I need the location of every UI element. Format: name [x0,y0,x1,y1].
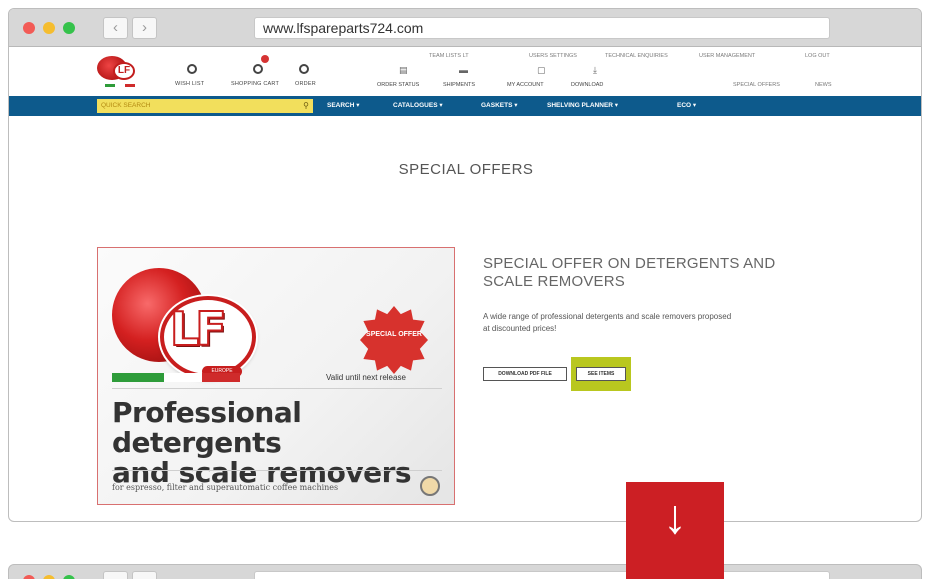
shopping-cart-link[interactable]: SHOPPING CART [231,81,279,87]
coffee-cup-icon [420,476,440,496]
top-link-user-management[interactable]: USER MANAGEMENT [699,53,755,59]
main-nav-bar: QUICK SEARCH ⚲ SEARCH ▾ CATALOGUES ▾ GAS… [9,96,921,116]
address-bar[interactable]: www.lfspareparts724.com [254,17,830,39]
offer-title-line2: SCALE REMOVERS [483,273,626,290]
browser-toolbar: ‹ › www.lfspareparts724.com [9,9,921,47]
truck-icon[interactable]: ▬ [459,65,468,75]
order-status-link[interactable]: ORDER STATUS [377,82,419,88]
order-icon[interactable] [299,64,309,74]
offer-description: A wide range of professional detergents … [483,311,843,335]
top-link-technical-enquiries[interactable]: TECHNICAL ENQUIRIES [605,53,668,59]
nav-gaskets[interactable]: GASKETS ▾ [481,101,518,109]
site-header: LF WISH LIST SHOPPING CART ORDER TEAM LI… [9,48,921,96]
news-link[interactable]: NEWS [815,82,832,88]
promo-tagline: for espresso, filter and superautomatic … [112,483,339,492]
special-offers-link[interactable]: SPECIAL OFFERS [733,82,780,88]
nav-shelving-planner[interactable]: SHELVING PLANNER ▾ [547,101,618,109]
nav-search[interactable]: SEARCH ▾ [327,101,360,109]
offer-title: SPECIAL OFFER ON DETERGENTS AND SCALE RE… [483,255,775,291]
cart-icon[interactable] [253,64,263,74]
flag-red-stripe [202,373,240,382]
minimize-window-icon[interactable] [43,22,55,34]
special-offer-starburst-icon [360,306,428,374]
minimize-window-icon-2[interactable] [43,575,55,579]
wishlist-link[interactable]: WISH LIST [175,81,204,87]
promo-headline-line1: Professional detergents [112,396,302,459]
maximize-window-icon-2[interactable] [63,575,75,579]
my-account-link[interactable]: MY ACCOUNT [507,82,544,88]
cart-badge-icon [261,55,269,63]
page-title: SPECIAL OFFERS [398,161,534,178]
order-link[interactable]: ORDER [295,81,316,87]
site-logo-flag-icon [105,84,135,87]
shipments-link[interactable]: SHIPMENTS [443,82,475,88]
site-logo-badge-icon: LF [113,62,135,80]
wishlist-icon[interactable] [187,64,197,74]
validity-text: Valid until next release [326,373,406,382]
close-window-icon-2[interactable] [23,575,35,579]
download-link[interactable]: DOWNLOAD [571,82,603,88]
quick-search-placeholder: QUICK SEARCH [101,102,151,109]
search-icon[interactable]: ⚲ [303,99,309,113]
download-icon[interactable]: ⤓ [593,65,597,76]
see-items-button[interactable]: SEE ITEMS [576,367,626,381]
promo-divider [112,388,442,389]
account-icon[interactable]: ▢ [537,65,546,76]
see-items-highlight: SEE ITEMS [571,357,631,391]
browser-window: ‹ › www.lfspareparts724.com LF WISH LIST… [8,8,922,522]
promo-headline: Professional detergents and scale remove… [112,398,454,488]
flag-white-stripe [164,373,202,382]
top-link-team-lists[interactable]: TEAM LISTS LT [429,53,469,59]
download-pdf-button[interactable]: DOWNLOAD PDF FILE [483,367,567,381]
second-browser-window: ‹ › [8,564,922,579]
nav-catalogues[interactable]: CATALOGUES ▾ [393,101,443,109]
offer-description-line2: at discounted prices! [483,324,557,333]
order-status-icon[interactable]: ▤ [399,65,408,76]
quick-search-input[interactable]: QUICK SEARCH ⚲ [97,99,313,113]
address-bar-2[interactable] [254,571,830,579]
close-window-icon[interactable] [23,22,35,34]
scroll-down-tab[interactable]: ↓ [626,482,724,579]
offer-title-line1: SPECIAL OFFER ON DETERGENTS AND [483,255,776,272]
flag-green-stripe [112,373,164,382]
maximize-window-icon[interactable] [63,22,75,34]
promo-banner[interactable]: LF EUROPE SPECIAL OFFER Valid until next… [97,247,455,505]
back-button-2[interactable]: ‹ [103,571,128,579]
nav-eco[interactable]: ECO ▾ [677,101,696,109]
promo-divider-bottom [112,470,442,471]
logout-link[interactable]: LOG OUT [805,53,830,59]
offer-description-line1: A wide range of professional detergents … [483,312,732,321]
forward-button-2[interactable]: › [132,571,157,579]
top-link-user-settings[interactable]: USERS SETTINGS [529,53,577,59]
forward-button[interactable]: › [132,17,157,39]
arrow-down-icon: ↓ [663,491,687,544]
special-offer-burst-text: SPECIAL OFFER [366,331,422,338]
back-button[interactable]: ‹ [103,17,128,39]
lf-logo-text: LF [169,301,228,357]
